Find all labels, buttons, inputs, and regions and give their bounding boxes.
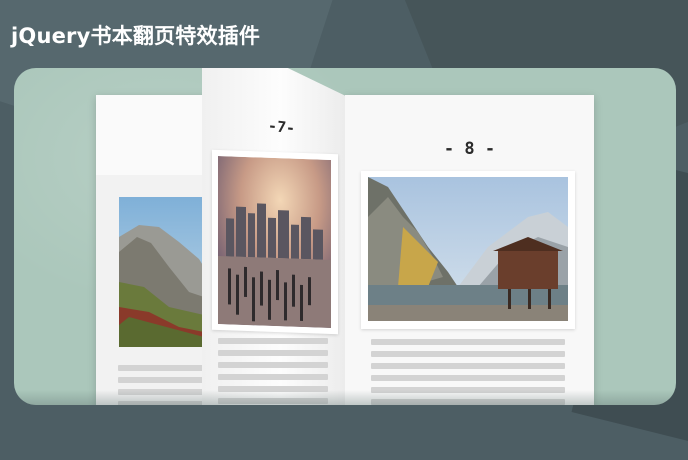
book-page-left[interactable]: - <box>96 95 216 405</box>
lake-boathouse-photo <box>368 177 568 321</box>
book-stage: - - 8 - <box>14 68 676 405</box>
page-number: -7- <box>267 116 296 138</box>
mountain-valley-photo <box>119 197 204 347</box>
page-title: jQuery书本翻页特效插件 <box>11 24 261 48</box>
book-page-flipping[interactable]: -7- <box>202 68 345 405</box>
page-number: - 8 - <box>443 139 496 159</box>
book-page-right[interactable]: - 8 - <box>345 95 594 405</box>
city-skyline-pier-photo <box>218 156 331 328</box>
